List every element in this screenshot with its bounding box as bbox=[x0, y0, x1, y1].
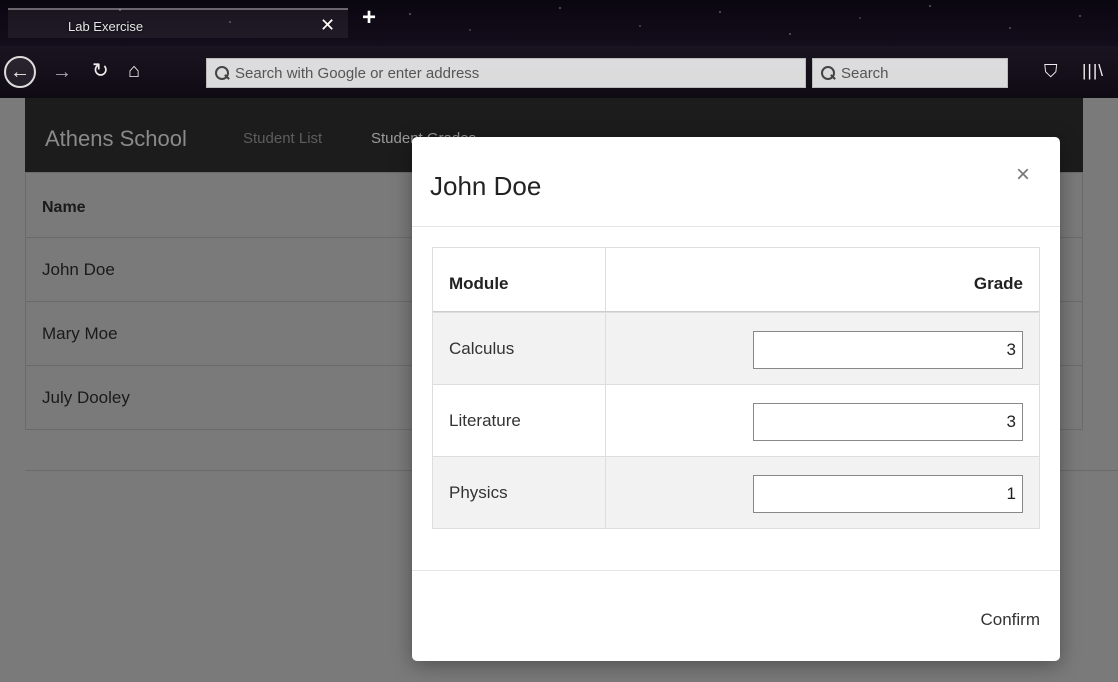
search-bar[interactable] bbox=[812, 58, 1008, 88]
module-name: Literature bbox=[449, 411, 521, 430]
url-bar[interactable] bbox=[206, 58, 806, 88]
tab-title: Lab Exercise bbox=[68, 19, 144, 34]
table-row: Literature bbox=[433, 384, 1039, 456]
search-input[interactable] bbox=[841, 64, 1007, 82]
search-icon bbox=[821, 66, 835, 80]
grade-input-literature[interactable] bbox=[753, 403, 1023, 441]
grade-input-physics[interactable] bbox=[753, 475, 1023, 513]
column-header-module: Module bbox=[449, 274, 509, 293]
table-header-row: Module Grade bbox=[433, 248, 1039, 312]
search-icon bbox=[215, 66, 229, 80]
tab-close-icon[interactable]: ✕ bbox=[320, 16, 335, 34]
modal-footer-divider bbox=[412, 570, 1060, 571]
nav-link-student-list[interactable]: Student List bbox=[243, 130, 322, 147]
column-header-name: Name bbox=[42, 199, 86, 216]
confirm-button[interactable]: Confirm bbox=[940, 603, 1040, 637]
home-icon[interactable]: ⌂ bbox=[128, 61, 140, 81]
browser-toolbar: ← → ↻ ⌂ ⛉ |||\ bbox=[0, 46, 1118, 98]
url-input[interactable] bbox=[235, 64, 805, 82]
back-icon[interactable]: ← bbox=[4, 56, 36, 88]
library-icon[interactable]: |||\ bbox=[1082, 61, 1104, 81]
modal-title: John Doe bbox=[430, 171, 542, 201]
column-header-grade: Grade bbox=[973, 274, 1023, 293]
close-icon[interactable]: × bbox=[1016, 163, 1030, 187]
pocket-icon[interactable]: ⛉ bbox=[1044, 61, 1058, 81]
table-row: Physics bbox=[433, 456, 1039, 528]
grade-input-calculus[interactable] bbox=[753, 331, 1023, 369]
student-name: Mary Moe bbox=[42, 324, 118, 343]
reload-icon[interactable]: ↻ bbox=[92, 61, 109, 81]
student-name: July Dooley bbox=[42, 388, 130, 407]
brand-logo[interactable]: Athens School bbox=[45, 126, 187, 152]
module-name: Calculus bbox=[449, 339, 515, 358]
browser-tab-strip: Lab Exercise ✕ + bbox=[0, 0, 1118, 46]
forward-icon[interactable]: → bbox=[52, 62, 72, 82]
grades-modal: John Doe × Module Grade Calculus Literat… bbox=[412, 137, 1060, 661]
browser-tab[interactable]: Lab Exercise ✕ bbox=[8, 8, 348, 38]
module-name: Physics bbox=[449, 483, 508, 502]
table-row: Calculus bbox=[433, 312, 1039, 384]
modal-header-divider bbox=[412, 226, 1060, 227]
student-name: John Doe bbox=[42, 260, 115, 279]
new-tab-icon[interactable]: + bbox=[362, 6, 376, 30]
grades-table: Module Grade Calculus Literature Physics bbox=[432, 247, 1040, 529]
